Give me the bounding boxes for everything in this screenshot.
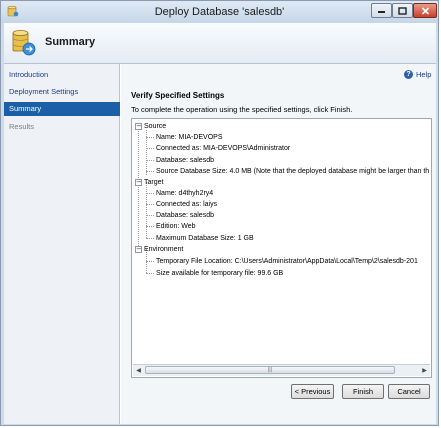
tree-connector [146, 238, 154, 239]
tree-connector [146, 193, 154, 194]
minimize-button[interactable] [371, 3, 392, 18]
title-bar[interactable]: Deploy Database 'salesdb' [1, 1, 438, 23]
finish-button[interactable]: Finish [342, 384, 384, 399]
tree-connector [146, 148, 154, 149]
tree-connector [146, 273, 154, 274]
help-icon: ? [404, 70, 413, 79]
collapse-target-toggle[interactable]: − [135, 179, 142, 186]
tree-item-target-edition: Edition: Web [156, 223, 196, 230]
maximize-icon [398, 6, 407, 15]
tree-connector [146, 204, 154, 205]
horizontal-scrollbar[interactable]: ◀ ||| ▶ [133, 364, 430, 376]
close-icon [421, 6, 429, 15]
tree-connector [146, 261, 154, 262]
tree-node-target[interactable]: Target [144, 177, 163, 188]
tree-item-temp-size-available: Size available for temporary file: 99.6 … [156, 270, 284, 277]
tree-item-source-name: Name: MIA-DEVOPS [156, 134, 223, 141]
help-link[interactable]: ? Help [404, 70, 431, 79]
dialog-client-area: Summary Introduction Deployment Settings… [4, 23, 436, 424]
tree-connector [146, 226, 154, 227]
tree-node-source[interactable]: Source [144, 121, 166, 132]
tree-connector [146, 182, 147, 238]
deploy-database-dialog: Deploy Database 'salesdb' Summary Introd… [0, 0, 439, 426]
tree-connector [138, 126, 139, 246]
tree-item-target-max-size: Maximum Database Size: 1 GB [156, 235, 254, 242]
tree-item-source-database: Database: salesdb [156, 157, 214, 164]
collapse-source-toggle[interactable]: − [135, 123, 142, 130]
minimize-icon [378, 11, 385, 13]
tree-item-source-size: Source Database Size: 4.0 MB (Note that … [156, 168, 430, 175]
tree-connector [146, 171, 154, 172]
page-title: Summary [45, 36, 96, 48]
help-label: Help [416, 70, 432, 79]
scroll-right-icon[interactable]: ▶ [419, 365, 430, 376]
tree-item-target-connected-as: Connected as: laiys [156, 201, 218, 208]
tree-item-target-database: Database: salesdb [156, 212, 214, 219]
tree-node-environment[interactable]: Environment [144, 244, 183, 255]
settings-tree[interactable]: − Source Name: MIA-DEVOPS Connected as: … [131, 118, 432, 378]
nav-item-introduction[interactable]: Introduction [4, 68, 120, 82]
previous-button[interactable]: < Previous [291, 384, 334, 399]
nav-item-deployment-settings[interactable]: Deployment Settings [4, 85, 120, 99]
close-button[interactable] [413, 3, 437, 18]
tree-item-temp-file-location: Temporary File Location: C:\Users\Admini… [156, 258, 418, 265]
summary-panel: ? Help Verify Specified Settings To comp… [121, 64, 436, 424]
tree-connector [146, 215, 154, 216]
tree-connector [146, 137, 154, 138]
cancel-button[interactable]: Cancel [388, 384, 430, 399]
nav-item-results: Results [9, 122, 35, 131]
section-title: Verify Specified Settings [131, 91, 225, 100]
scroll-left-icon[interactable]: ◀ [133, 365, 144, 376]
nav-item-summary[interactable]: Summary [4, 102, 120, 116]
database-deploy-icon [12, 30, 36, 56]
wizard-step-list: Introduction Deployment Settings Summary… [4, 64, 120, 424]
maximize-button[interactable] [392, 3, 413, 18]
tree-connector [146, 160, 154, 161]
page-header: Summary [4, 23, 436, 64]
scrollbar-thumb[interactable]: ||| [145, 366, 395, 374]
collapse-environment-toggle[interactable]: − [135, 246, 142, 253]
tree-item-target-name: Name: d4thyh2ry4 [156, 190, 214, 197]
instruction-text: To complete the operation using the spec… [131, 105, 353, 114]
tree-item-source-connected-as: Connected as: MIA-DEVOPS\Administrator [156, 145, 291, 152]
